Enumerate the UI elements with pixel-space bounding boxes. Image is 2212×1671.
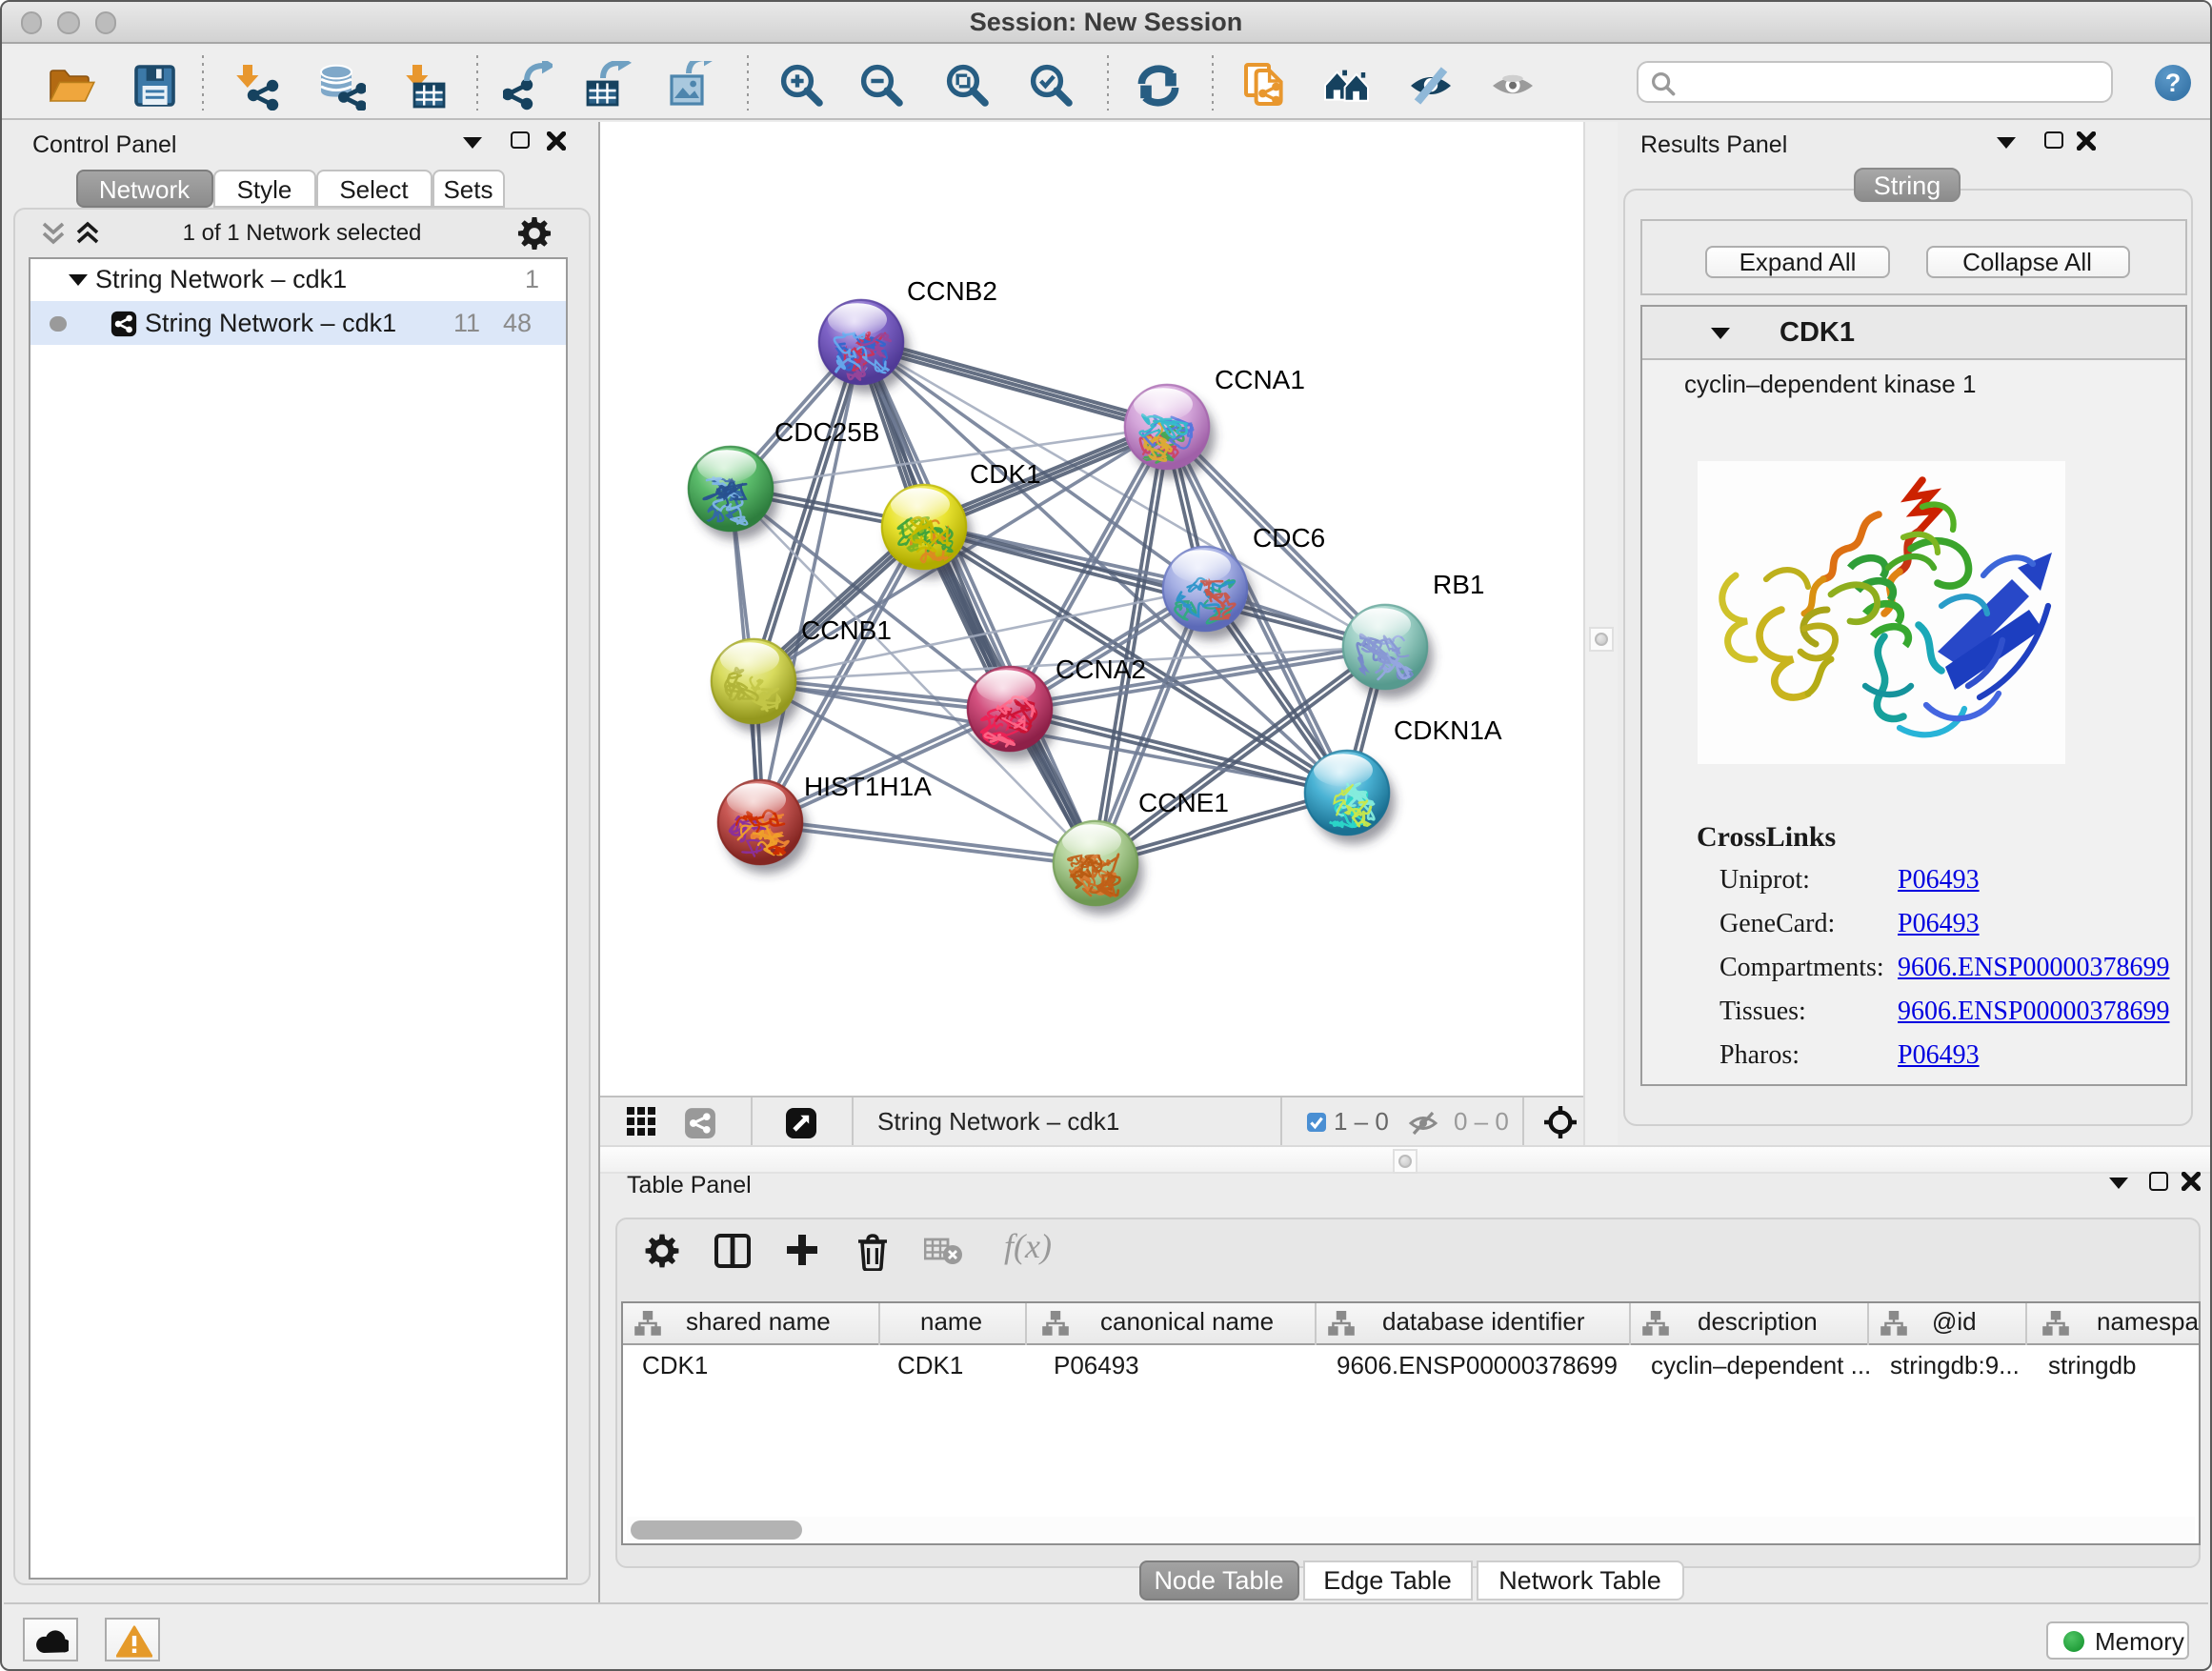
svg-text:CCNB1: CCNB1 xyxy=(801,615,892,645)
svg-text:CCNA1: CCNA1 xyxy=(1215,365,1305,394)
svg-text:CCNE1: CCNE1 xyxy=(1138,788,1229,817)
svg-text:CDKN1A: CDKN1A xyxy=(1394,715,1502,745)
svg-text:CDC25B: CDC25B xyxy=(774,417,879,447)
svg-text:CDK1: CDK1 xyxy=(970,459,1041,489)
svg-text:RB1: RB1 xyxy=(1433,570,1484,599)
svg-text:CCNB2: CCNB2 xyxy=(907,276,997,306)
svg-text:CDC6: CDC6 xyxy=(1253,523,1325,553)
svg-text:CCNA2: CCNA2 xyxy=(1056,654,1146,684)
svg-text:HIST1H1A: HIST1H1A xyxy=(804,772,932,801)
